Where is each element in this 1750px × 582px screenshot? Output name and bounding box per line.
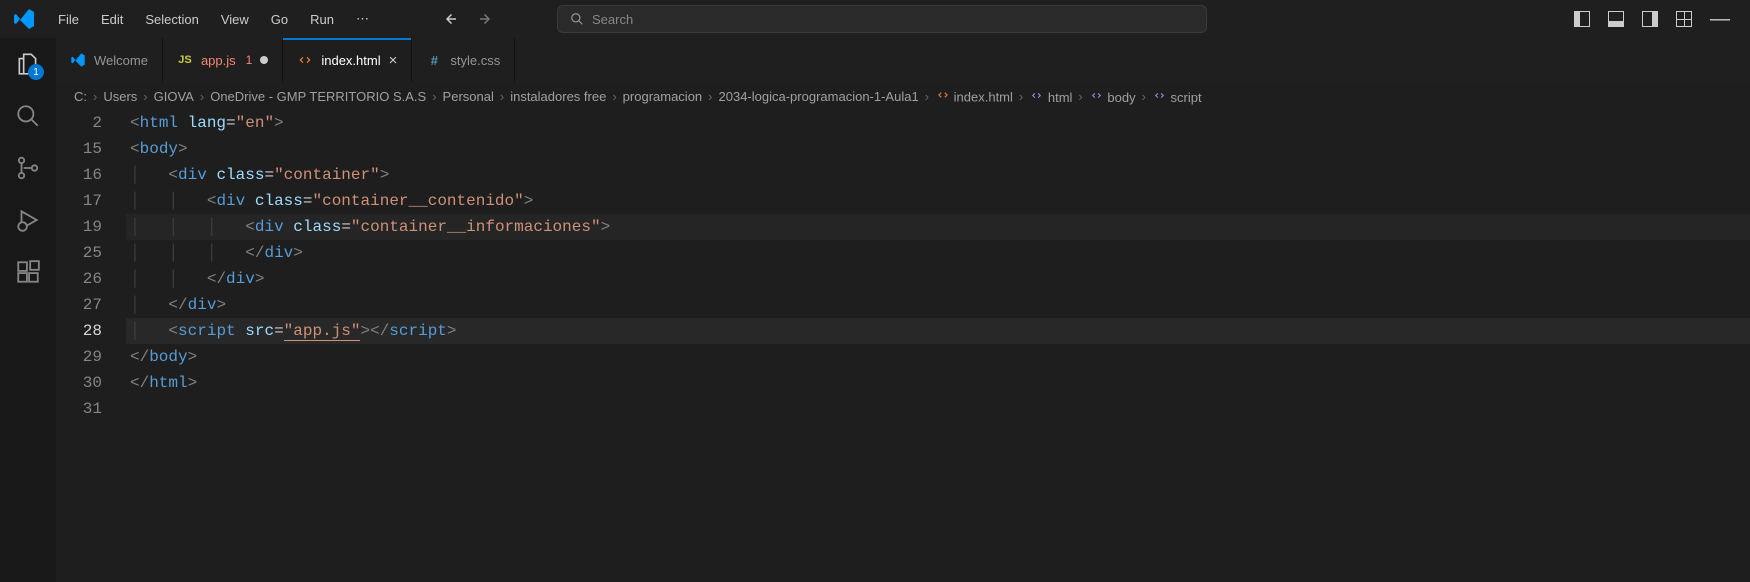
- explorer-icon[interactable]: 1: [14, 50, 42, 78]
- code-line[interactable]: │ │ │ </div>: [126, 240, 1750, 266]
- activity-bar: 1: [0, 38, 56, 582]
- breadcrumb-node[interactable]: body: [1089, 88, 1136, 105]
- tab-index-html[interactable]: index.html ×: [283, 38, 412, 82]
- line-number: 28: [56, 318, 102, 344]
- breadcrumb-folder[interactable]: programacion: [623, 89, 703, 104]
- line-number: 27: [56, 292, 102, 318]
- extensions-icon[interactable]: [14, 258, 42, 286]
- breadcrumb-folder[interactable]: Users: [103, 89, 137, 104]
- breadcrumb-folder[interactable]: OneDrive - GMP TERRITORIO S.A.S: [210, 89, 426, 104]
- line-number: 15: [56, 136, 102, 162]
- search-icon: [570, 12, 584, 26]
- code-line[interactable]: │ │ │ <div class="container__informacion…: [126, 214, 1750, 240]
- explorer-badge: 1: [28, 64, 44, 80]
- line-number: 2: [56, 110, 102, 136]
- code-line[interactable]: │ │ <div class="container__contenido">: [126, 188, 1750, 214]
- line-number: 29: [56, 344, 102, 370]
- title-bar: File Edit Selection View Go Run ⋯ Search…: [0, 0, 1750, 38]
- line-number: 30: [56, 370, 102, 396]
- code-line[interactable]: <body>: [126, 136, 1750, 162]
- tabs-bar: Welcome JS app.js 1 index.html × # style…: [56, 38, 1750, 82]
- breadcrumb-folder[interactable]: GIOVA: [154, 89, 194, 104]
- close-icon[interactable]: ×: [389, 52, 398, 69]
- menu-run[interactable]: Run: [300, 6, 344, 33]
- breadcrumb-file[interactable]: index.html: [935, 87, 1013, 105]
- tab-label: index.html: [321, 53, 380, 68]
- search-placeholder: Search: [592, 12, 633, 27]
- code-editor[interactable]: 21516171925262728293031 <html lang="en">…: [56, 110, 1750, 582]
- breadcrumb-folder[interactable]: C:: [74, 89, 87, 104]
- menu-edit[interactable]: Edit: [91, 6, 133, 33]
- code-line[interactable]: [126, 396, 1750, 422]
- code-content[interactable]: <html lang="en"><body>│ <div class="cont…: [126, 110, 1750, 582]
- nav-forward-icon[interactable]: [477, 10, 495, 28]
- code-line[interactable]: </body>: [126, 344, 1750, 370]
- titlebar-layout-controls: —: [1574, 11, 1742, 27]
- toggle-panel-icon[interactable]: [1608, 11, 1624, 27]
- window-minimize-icon[interactable]: —: [1710, 11, 1730, 27]
- code-line[interactable]: </html>: [126, 370, 1750, 396]
- line-number: 26: [56, 266, 102, 292]
- symbol-icon: [1089, 88, 1104, 103]
- symbol-icon: [1152, 88, 1167, 103]
- code-line[interactable]: │ <script src="app.js"></script>: [126, 318, 1750, 344]
- code-line[interactable]: │ <div class="container">: [126, 162, 1750, 188]
- line-number: 16: [56, 162, 102, 188]
- html-file-icon: [297, 52, 313, 68]
- breadcrumbs[interactable]: C:›Users›GIOVA›OneDrive - GMP TERRITORIO…: [56, 82, 1750, 110]
- breadcrumb-node[interactable]: script: [1152, 88, 1202, 105]
- tab-problem-count: 1: [246, 53, 253, 67]
- source-control-icon[interactable]: [14, 154, 42, 182]
- tab-appjs[interactable]: JS app.js 1: [163, 38, 283, 82]
- code-line[interactable]: │ │ </div>: [126, 266, 1750, 292]
- menu-more-icon[interactable]: ⋯: [346, 5, 379, 33]
- tab-label: Welcome: [94, 53, 148, 68]
- js-file-icon: JS: [177, 52, 193, 68]
- run-debug-icon[interactable]: [14, 206, 42, 234]
- search-activity-icon[interactable]: [14, 102, 42, 130]
- menu-go[interactable]: Go: [261, 6, 298, 33]
- line-number: 31: [56, 396, 102, 422]
- line-number: 19: [56, 214, 102, 240]
- code-line[interactable]: │ </div>: [126, 292, 1750, 318]
- nav-back-icon[interactable]: [441, 10, 459, 28]
- line-number: 17: [56, 188, 102, 214]
- html-file-icon: [935, 87, 950, 102]
- code-line[interactable]: <html lang="en">: [126, 110, 1750, 136]
- search-input[interactable]: Search: [557, 5, 1207, 33]
- customize-layout-icon[interactable]: [1676, 11, 1692, 27]
- tab-welcome[interactable]: Welcome: [56, 38, 163, 82]
- tab-style-css[interactable]: # style.css: [412, 38, 515, 82]
- tab-dirty-dot-icon: [260, 56, 268, 64]
- vscode-logo-icon: [12, 7, 36, 31]
- line-number: 25: [56, 240, 102, 266]
- breadcrumb-folder[interactable]: instaladores free: [510, 89, 606, 104]
- toggle-sidebar-left-icon[interactable]: [1574, 11, 1590, 27]
- tab-label: app.js: [201, 53, 236, 68]
- menu-file[interactable]: File: [48, 6, 89, 33]
- symbol-icon: [1029, 88, 1044, 103]
- breadcrumb-folder[interactable]: Personal: [443, 89, 494, 104]
- breadcrumb-folder[interactable]: 2034-logica-programacion-1-Aula1: [719, 89, 919, 104]
- menu-view[interactable]: View: [211, 6, 259, 33]
- css-file-icon: #: [426, 52, 442, 68]
- nav-arrows: [441, 10, 495, 28]
- toggle-sidebar-right-icon[interactable]: [1642, 11, 1658, 27]
- tab-label: style.css: [450, 53, 500, 68]
- line-gutter: 21516171925262728293031: [56, 110, 126, 582]
- breadcrumb-node[interactable]: html: [1029, 88, 1072, 105]
- vscode-logo-icon: [70, 52, 86, 68]
- menu-selection[interactable]: Selection: [135, 6, 208, 33]
